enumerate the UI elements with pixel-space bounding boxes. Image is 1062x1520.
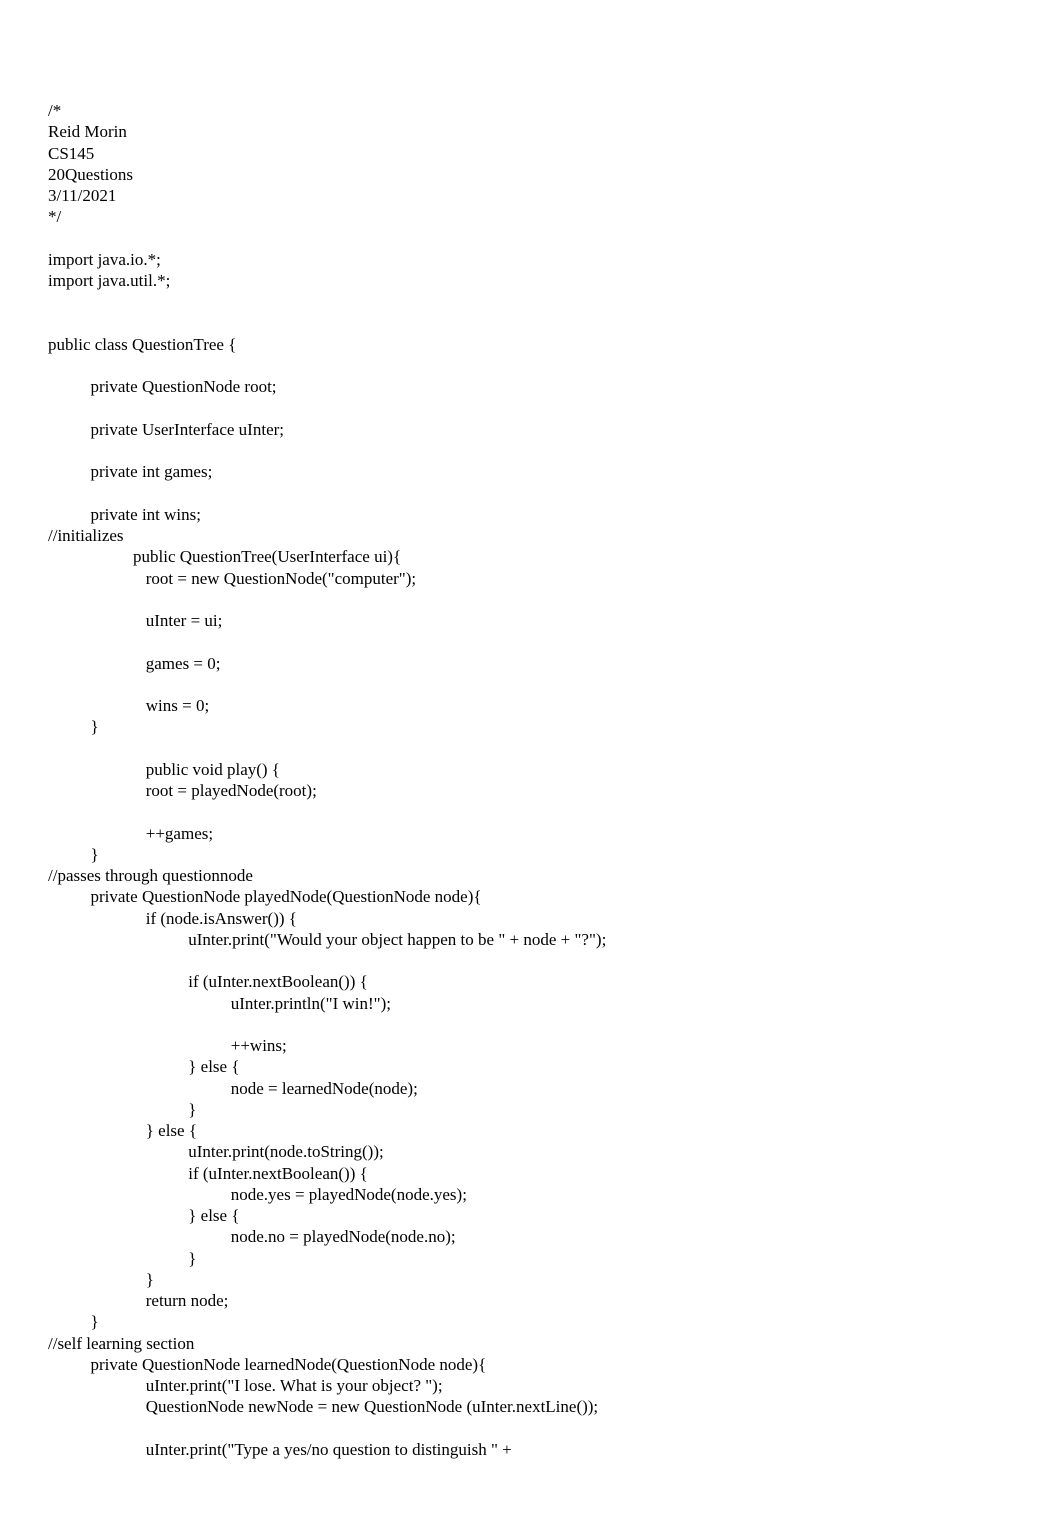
- source-code-block: /* Reid Morin CS145 20Questions 3/11/202…: [48, 100, 1014, 1460]
